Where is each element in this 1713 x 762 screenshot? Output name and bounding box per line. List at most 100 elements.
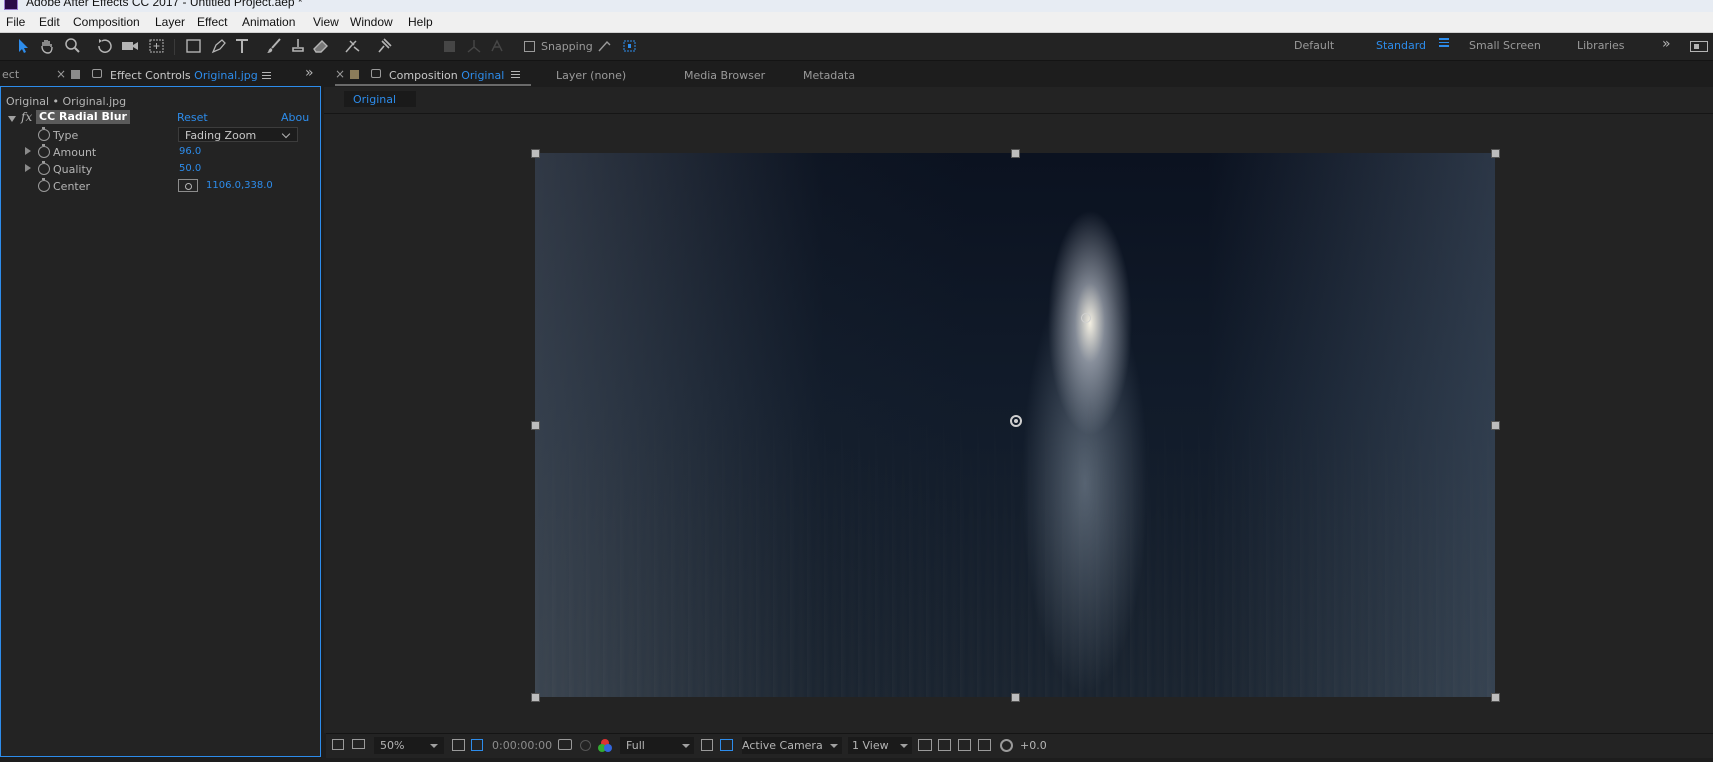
view-axis-icon[interactable] (486, 37, 508, 55)
effect-controls-tab[interactable]: Effect Controls Original.jpg (110, 69, 258, 82)
effect-name[interactable]: CC Radial Blur (36, 110, 130, 124)
always-preview-icon[interactable] (332, 739, 344, 750)
effect-collapse-triangle[interactable] (8, 116, 16, 122)
camera-dropdown[interactable]: Active Camera (742, 737, 842, 754)
hand-tool-icon[interactable] (37, 37, 59, 55)
menu-effect[interactable]: Effect (197, 15, 227, 29)
workspace-standard[interactable]: Standard (1376, 39, 1426, 52)
effect-center-crosshair-icon[interactable] (1081, 313, 1091, 323)
tab-metadata[interactable]: Metadata (803, 69, 855, 82)
region-of-interest-icon[interactable] (701, 739, 713, 751)
stopwatch-icon[interactable] (38, 127, 50, 141)
current-time[interactable]: 0:00:00:00 (492, 739, 552, 752)
toggle-mask-icon[interactable] (471, 739, 483, 751)
show-snapshot-icon[interactable] (580, 740, 591, 751)
eraser-tool-icon[interactable] (310, 37, 332, 55)
center-value[interactable]: 1106.0,338.0 (206, 180, 273, 191)
toggle-pixel-aspect-icon[interactable] (918, 739, 932, 751)
comp-canvas-image[interactable] (535, 153, 1495, 697)
color-channels-icon[interactable] (598, 739, 612, 753)
roto-brush-tool-icon[interactable] (342, 37, 364, 55)
composition-tab[interactable]: Composition Original (389, 69, 504, 82)
zoom-tool-icon[interactable] (62, 37, 84, 55)
clone-stamp-tool-icon[interactable] (287, 37, 309, 55)
about-link[interactable]: Abou (281, 111, 309, 124)
transparency-grid-icon[interactable] (720, 739, 733, 751)
stopwatch-icon[interactable] (38, 178, 50, 192)
menu-help[interactable]: Help (408, 15, 433, 29)
anchor-point-icon[interactable] (1010, 415, 1022, 427)
pan-behind-tool-icon[interactable] (146, 37, 168, 55)
resolution-dropdown[interactable]: Full (620, 737, 694, 754)
rectangle-tool-icon[interactable] (183, 37, 205, 55)
local-axis-icon[interactable] (440, 37, 462, 55)
lock-icon[interactable] (92, 69, 102, 78)
tools-panel: Snapping Default Standard Small Screen L… (0, 33, 1713, 61)
type-dropdown[interactable]: Fading Zoom (178, 127, 298, 142)
composition-viewer[interactable]: Original (324, 87, 1713, 733)
monitor-icon[interactable] (352, 739, 365, 749)
workspace-small-screen[interactable]: Small Screen (1469, 39, 1541, 52)
menu-file[interactable]: File (6, 15, 25, 29)
reset-link[interactable]: Reset (177, 111, 208, 124)
transform-handle[interactable] (1491, 149, 1500, 158)
exposure-value[interactable]: +0.0 (1020, 739, 1047, 752)
close-tab-icon[interactable]: × (335, 67, 345, 81)
type-tool-icon[interactable] (232, 37, 254, 55)
lock-icon[interactable] (371, 69, 381, 78)
transform-handle[interactable] (1011, 149, 1020, 158)
snap-feature-icon[interactable] (619, 37, 641, 55)
snap-edge-icon[interactable] (594, 37, 616, 55)
fx-icon[interactable]: fx (21, 110, 32, 124)
puppet-pin-tool-icon[interactable] (373, 37, 395, 55)
pen-tool-icon[interactable] (208, 37, 230, 55)
workspace-menu-icon[interactable] (1439, 38, 1449, 47)
timeline-icon[interactable] (958, 739, 971, 751)
views-dropdown[interactable]: 1 View (848, 737, 912, 754)
point-picker-icon[interactable] (178, 179, 198, 192)
more-workspaces-icon[interactable]: » (1662, 36, 1671, 52)
more-panels-icon[interactable]: » (305, 65, 314, 81)
expand-triangle[interactable] (25, 147, 31, 155)
fast-previews-icon[interactable] (938, 739, 951, 751)
transform-handle[interactable] (531, 149, 540, 158)
title-action-safe-icon[interactable] (452, 739, 465, 751)
close-tab-icon[interactable]: × (56, 67, 66, 81)
menu-composition[interactable]: Composition (73, 15, 140, 29)
camera-tool-icon[interactable] (119, 37, 141, 55)
panel-menu-icon[interactable] (262, 72, 271, 79)
stopwatch-icon[interactable] (38, 161, 50, 175)
menu-layer[interactable]: Layer (155, 15, 185, 29)
tab-media-browser[interactable]: Media Browser (684, 69, 765, 82)
amount-value[interactable]: 96.0 (179, 146, 201, 157)
transform-handle[interactable] (1491, 693, 1500, 702)
transform-handle[interactable] (1011, 693, 1020, 702)
previous-tab[interactable]: ect (2, 68, 19, 81)
selection-tool-icon[interactable] (12, 37, 34, 55)
menu-window[interactable]: Window (350, 15, 393, 29)
transform-handle[interactable] (531, 421, 540, 430)
comp-flowchart-icon[interactable] (978, 739, 991, 751)
snapping-checkbox[interactable] (524, 41, 535, 52)
transform-handle[interactable] (531, 693, 540, 702)
search-help-icon[interactable] (1690, 41, 1708, 52)
workspace-libraries[interactable]: Libraries (1577, 39, 1625, 52)
snapshot-camera-icon[interactable] (558, 739, 572, 750)
comp-breadcrumb[interactable]: Original (344, 91, 416, 107)
zoom-dropdown[interactable]: 50% (374, 737, 444, 754)
expand-triangle[interactable] (25, 164, 31, 172)
workspace-default[interactable]: Default (1294, 39, 1334, 52)
panel-menu-icon[interactable] (511, 71, 520, 78)
breadcrumb-divider (324, 113, 1713, 114)
quality-value[interactable]: 50.0 (179, 163, 201, 174)
tab-layer[interactable]: Layer (none) (556, 69, 626, 82)
menu-animation[interactable]: Animation (242, 15, 295, 29)
stopwatch-icon[interactable] (38, 144, 50, 158)
menu-edit[interactable]: Edit (39, 15, 60, 29)
menu-view[interactable]: View (313, 15, 339, 29)
brush-tool-icon[interactable] (264, 37, 286, 55)
rotation-tool-icon[interactable] (94, 37, 116, 55)
transform-handle[interactable] (1491, 421, 1500, 430)
reset-exposure-icon[interactable] (1000, 739, 1013, 752)
world-axis-icon[interactable] (463, 37, 485, 55)
